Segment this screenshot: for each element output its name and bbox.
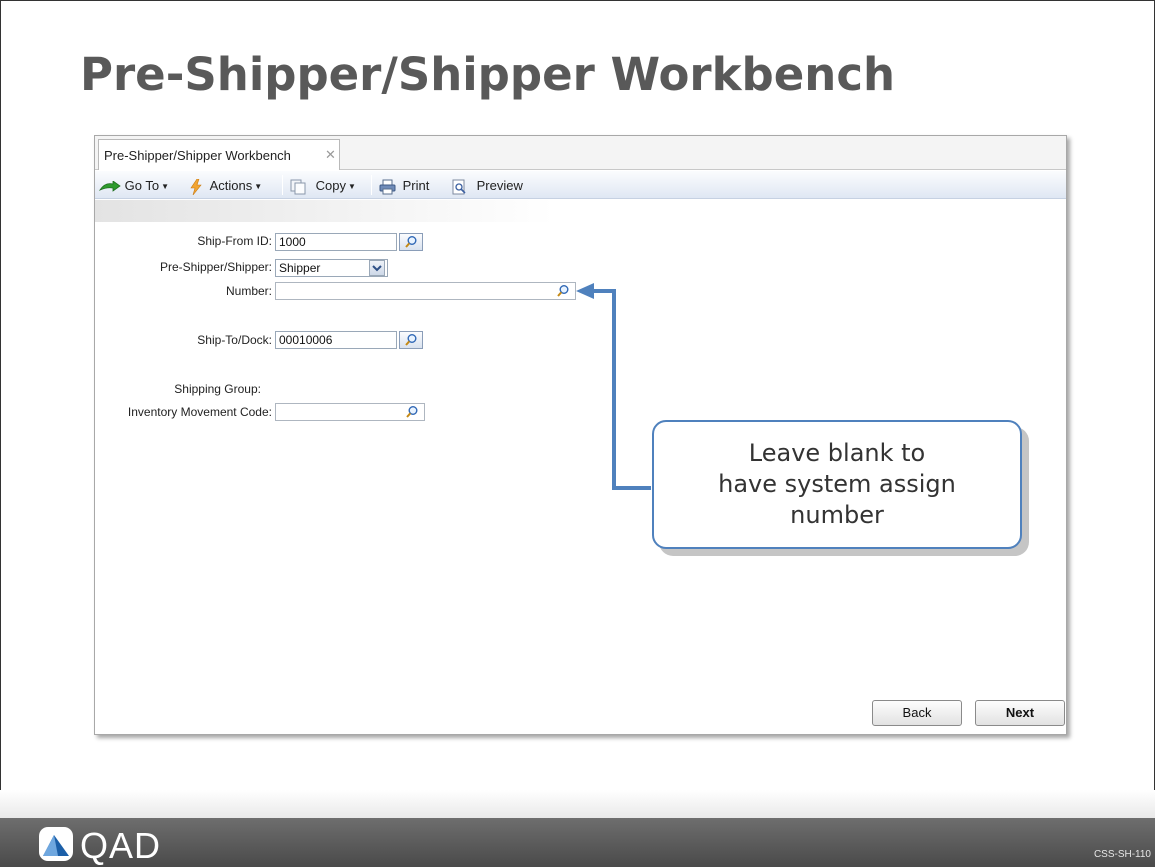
shipping-group-label: Shipping Group: bbox=[174, 382, 261, 396]
copy-icon bbox=[290, 179, 306, 195]
close-icon[interactable]: ✕ bbox=[325, 147, 336, 163]
pre-shipper-label: Pre-Shipper/Shipper: bbox=[159, 260, 272, 274]
toolbar-separator bbox=[282, 175, 283, 195]
qad-logo: QAD bbox=[80, 825, 162, 866]
number-input[interactable] bbox=[275, 282, 576, 300]
slide-code: CSS-SH-110 bbox=[1093, 849, 1151, 860]
footer-band bbox=[0, 790, 1155, 818]
actions-button[interactable]: Actions ▼ bbox=[190, 177, 263, 195]
ship-to-label: Ship-To/Dock: bbox=[197, 333, 272, 347]
printer-icon bbox=[379, 179, 396, 195]
footer-bar bbox=[0, 818, 1155, 867]
toolbar: Go To ▼ Actions ▼ Copy ▼ Print Preview bbox=[95, 171, 1066, 199]
toolbar-separator bbox=[371, 175, 372, 195]
callout-text: Leave blank to have system assign number bbox=[718, 439, 956, 529]
dropdown-button[interactable] bbox=[369, 260, 385, 276]
tab-label: Pre-Shipper/Shipper Workbench bbox=[104, 148, 291, 163]
tab-strip: Pre-Shipper/Shipper Workbench ✕ bbox=[95, 136, 1066, 170]
preview-icon bbox=[452, 179, 466, 195]
search-icon[interactable] bbox=[403, 404, 421, 420]
callout-box: Leave blank to have system assign number bbox=[652, 420, 1022, 549]
back-button[interactable]: Back bbox=[872, 700, 962, 726]
ship-from-lookup-button[interactable] bbox=[399, 233, 423, 251]
search-icon bbox=[405, 334, 417, 346]
pre-shipper-select[interactable]: Shipper bbox=[275, 259, 388, 277]
goto-button[interactable]: Go To ▼ bbox=[99, 177, 169, 194]
inventory-code-label: Inventory Movement Code: bbox=[127, 405, 272, 419]
search-icon bbox=[405, 236, 417, 248]
ship-to-lookup-button[interactable] bbox=[399, 331, 423, 349]
qad-logo-icon bbox=[39, 827, 73, 861]
goto-arrow-icon bbox=[99, 180, 121, 192]
lightning-icon bbox=[190, 178, 202, 195]
chevron-down-icon: ▼ bbox=[161, 182, 169, 191]
next-button[interactable]: Next bbox=[975, 700, 1065, 726]
copy-button[interactable]: Copy ▼ bbox=[290, 177, 356, 195]
ship-to-input[interactable]: 00010006 bbox=[275, 331, 397, 349]
chevron-down-icon: ▼ bbox=[254, 182, 263, 191]
pre-shipper-selected-value: Shipper bbox=[279, 261, 321, 275]
chevron-down-icon: ▼ bbox=[347, 182, 356, 191]
number-label: Number: bbox=[225, 284, 272, 298]
ship-from-input[interactable]: 1000 bbox=[275, 233, 397, 251]
tab-workbench[interactable]: Pre-Shipper/Shipper Workbench ✕ bbox=[98, 139, 340, 170]
slide-title: Pre-Shipper/Shipper Workbench bbox=[80, 48, 896, 101]
chevron-down-icon bbox=[372, 265, 382, 272]
subheader-bar bbox=[95, 200, 555, 222]
preview-button[interactable]: Preview bbox=[451, 177, 523, 195]
ship-from-label: Ship-From ID: bbox=[197, 234, 272, 248]
print-button[interactable]: Print bbox=[379, 177, 429, 195]
